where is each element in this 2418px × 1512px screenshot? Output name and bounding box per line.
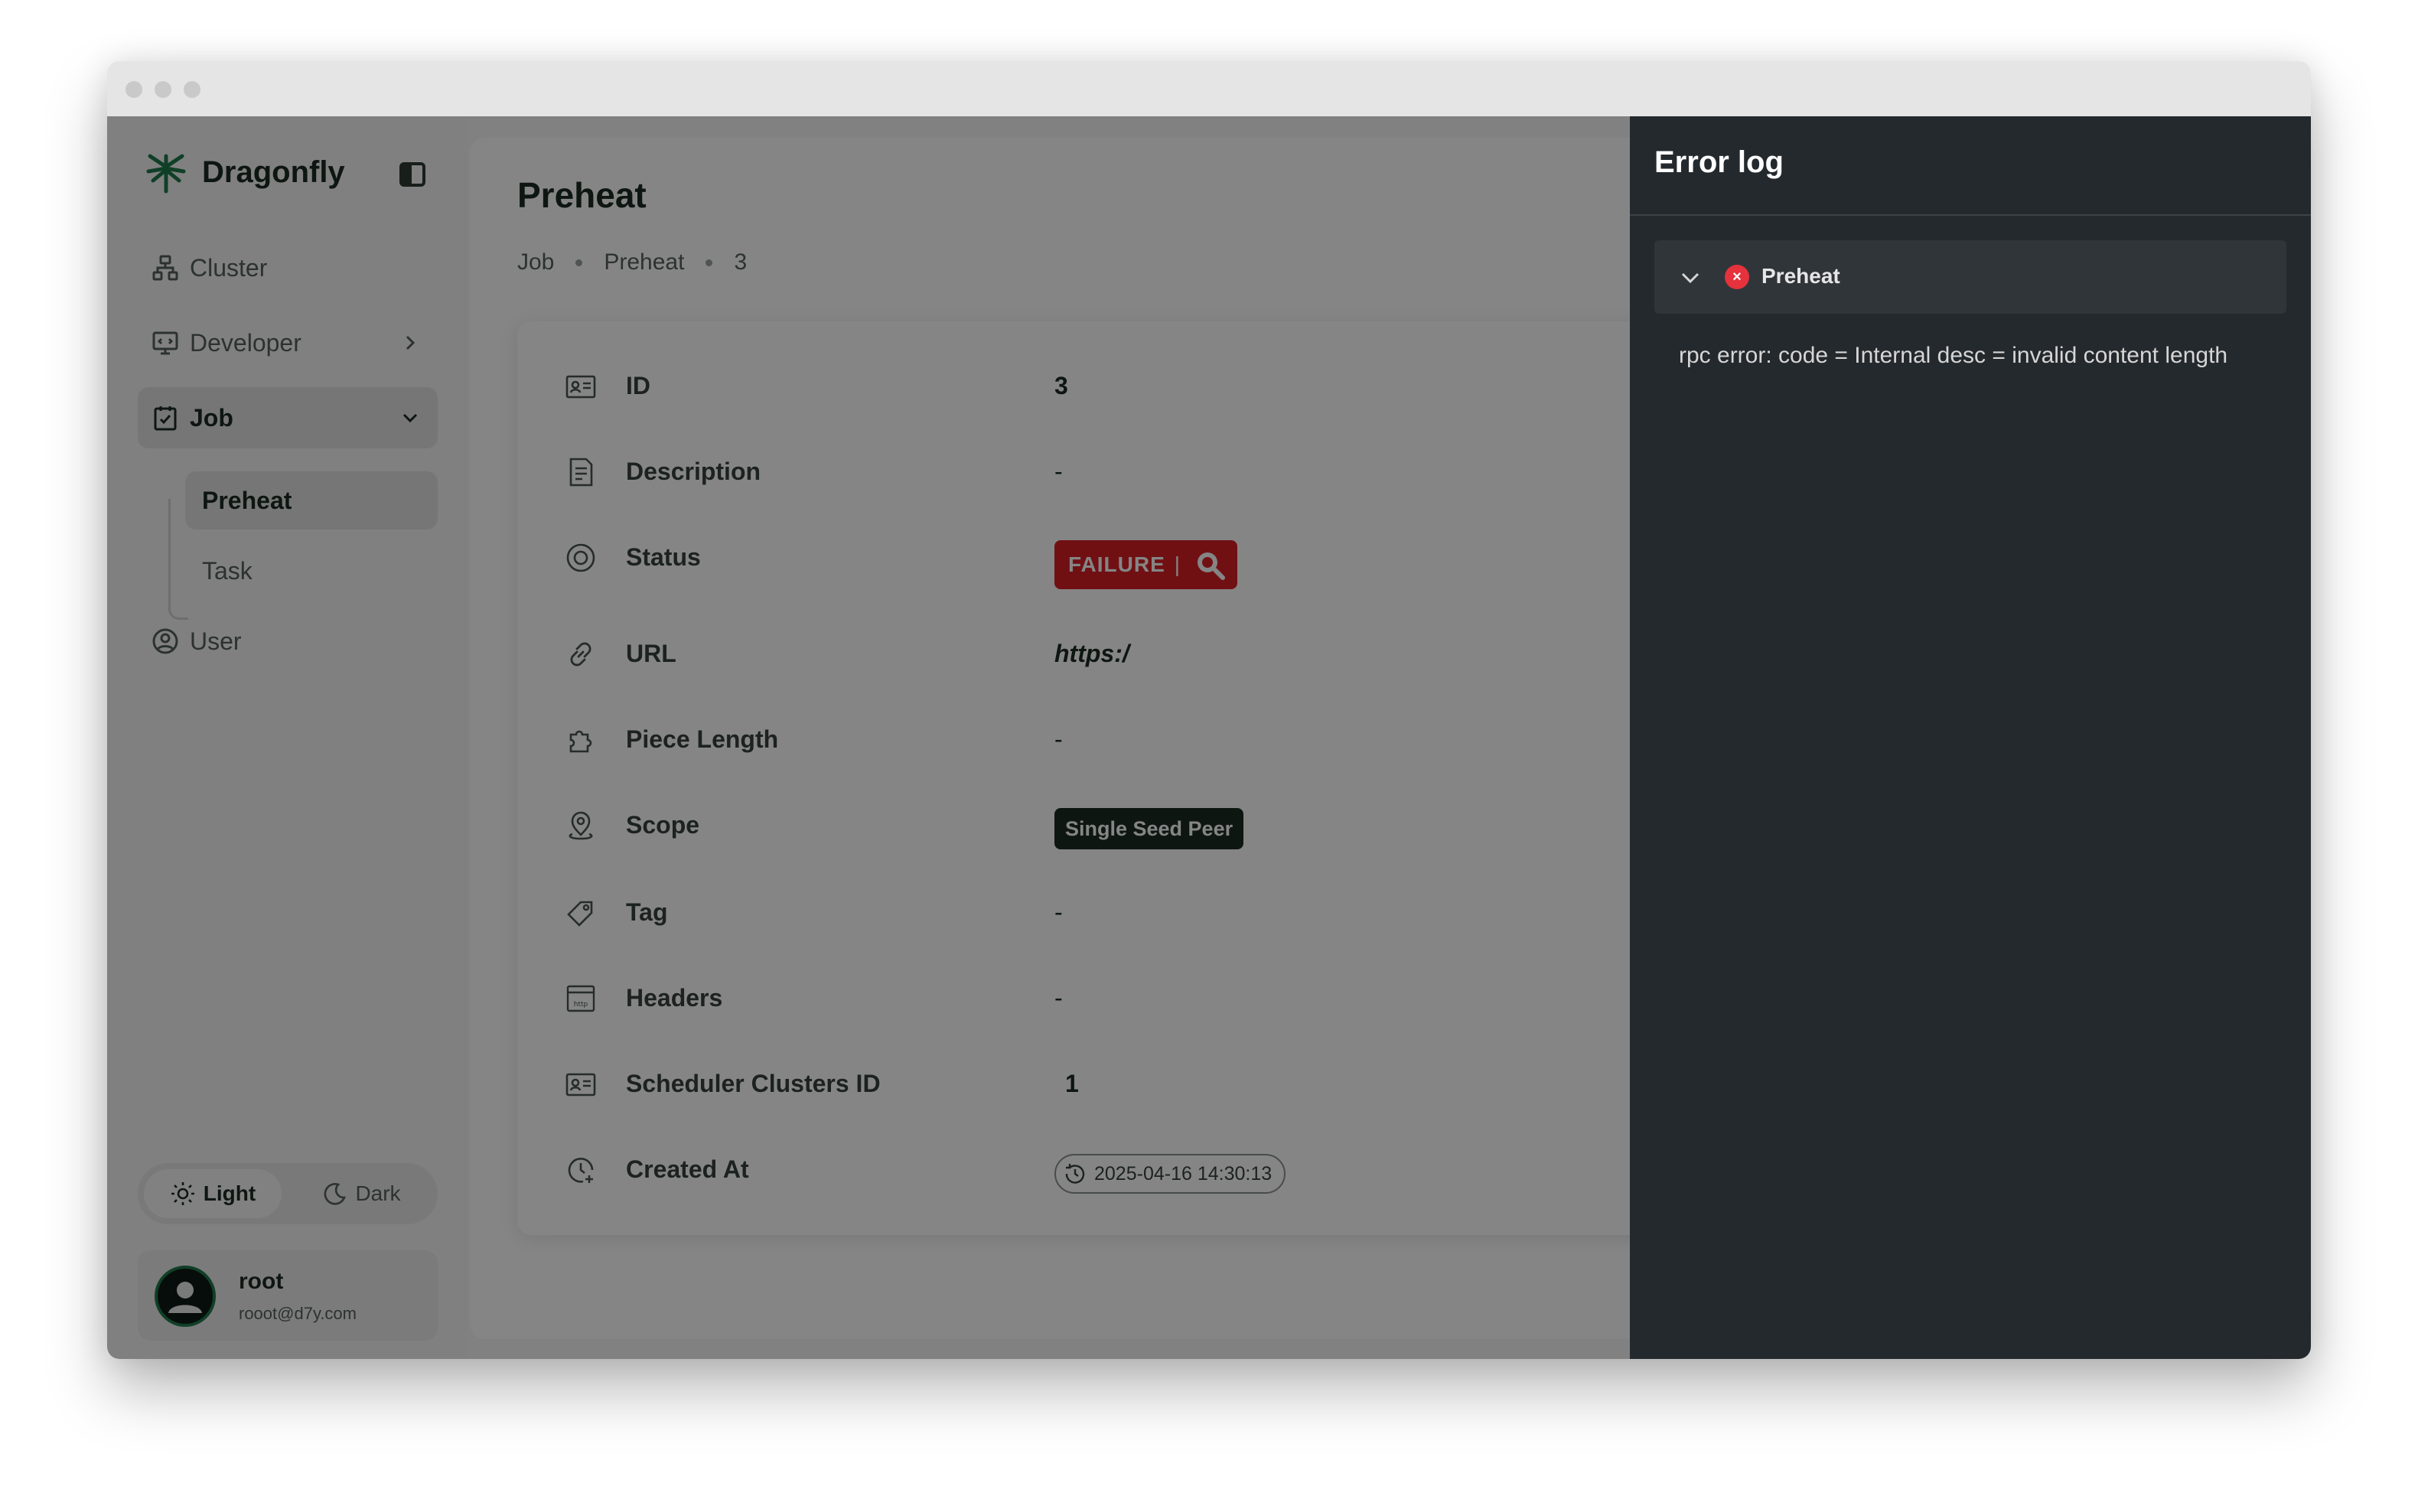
app: Dragonfly Cluster Developer Job Preheat … bbox=[107, 116, 2311, 1359]
error-log-item[interactable]: × Preheat bbox=[1654, 240, 2286, 314]
chevron-down-icon[interactable] bbox=[1677, 265, 1703, 291]
error-message: rpc error: code = Internal desc = invali… bbox=[1679, 343, 2228, 368]
window-maximize-dot[interactable] bbox=[184, 81, 200, 98]
window-minimize-dot[interactable] bbox=[155, 81, 171, 98]
drawer-divider bbox=[1630, 214, 2311, 216]
error-icon: × bbox=[1725, 265, 1749, 289]
error-log-drawer: Error log × Preheat rpc error: code = In… bbox=[1630, 116, 2311, 1359]
browser-window: Dragonfly Cluster Developer Job Preheat … bbox=[107, 61, 2311, 1359]
window-titlebar bbox=[107, 61, 2311, 116]
drawer-backdrop[interactable] bbox=[107, 116, 1737, 1359]
drawer-title: Error log bbox=[1654, 145, 1784, 179]
window-close-dot[interactable] bbox=[125, 81, 142, 98]
error-log-item-title: Preheat bbox=[1761, 264, 1840, 288]
